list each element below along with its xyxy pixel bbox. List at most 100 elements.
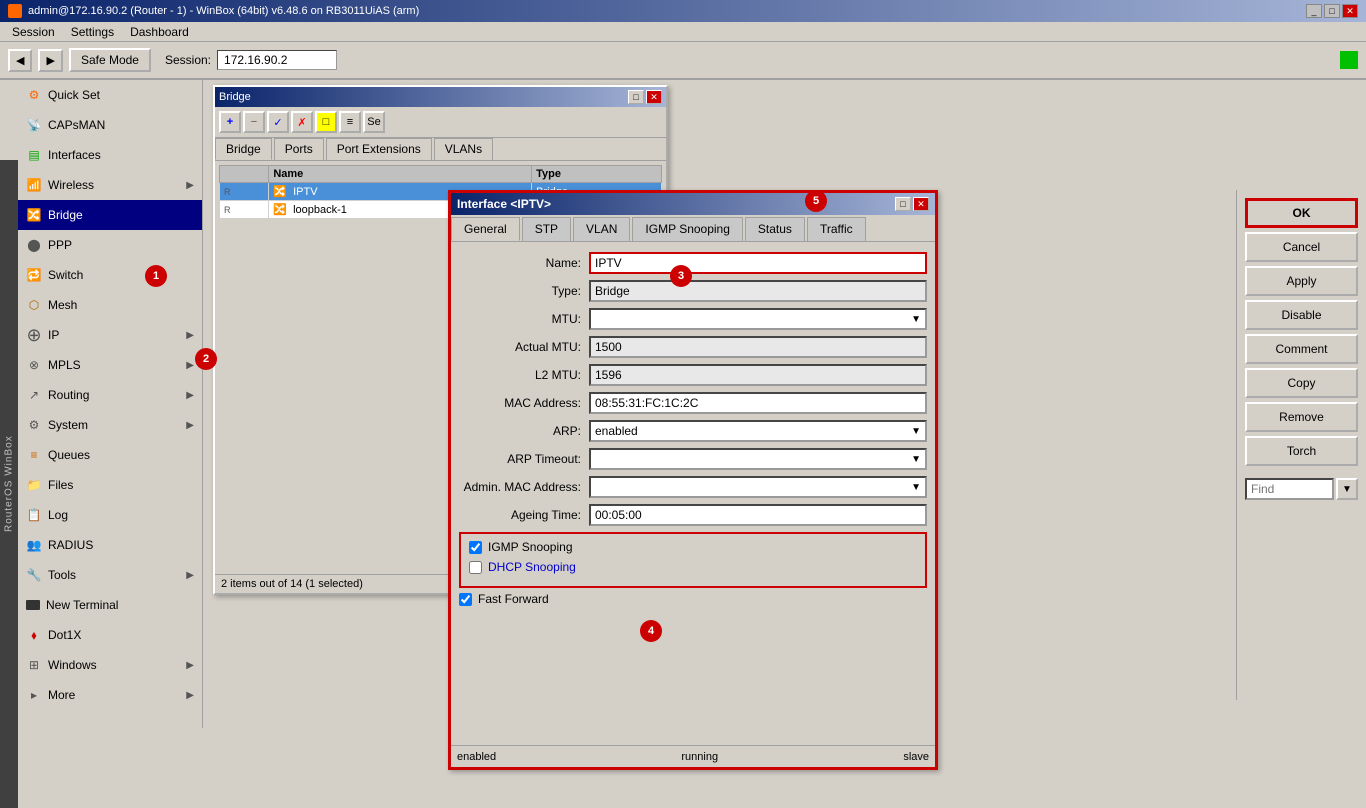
sidebar-label-more: More: [48, 688, 180, 702]
sidebar-item-radius[interactable]: 👥 RADIUS: [18, 530, 202, 560]
sidebar-item-windows[interactable]: ⊞ Windows ▶: [18, 650, 202, 680]
sidebar-item-bridge[interactable]: 🔀 Bridge: [18, 200, 202, 230]
bridge-titlebar: Bridge □ ✕: [215, 87, 666, 107]
bridge-restore-button[interactable]: □: [628, 90, 644, 104]
sidebar-item-interfaces[interactable]: ▤ Interfaces: [18, 140, 202, 170]
sidebar-item-ppp[interactable]: ⬤ PPP: [18, 230, 202, 260]
menu-settings[interactable]: Settings: [63, 23, 122, 41]
dialog-tabs: General STP VLAN IGMP Snooping Status Tr…: [451, 215, 935, 242]
fast-forward-label[interactable]: Fast Forward: [478, 592, 549, 606]
comment-button[interactable]: Comment: [1245, 334, 1358, 364]
bridge-tab-portextensions[interactable]: Port Extensions: [326, 138, 432, 160]
windows-icon: ⊞: [26, 657, 42, 673]
find-input[interactable]: [1245, 478, 1334, 500]
bridge-tab-ports[interactable]: Ports: [274, 138, 324, 160]
bridge-toolbar: + − ✓ ✗ □ ≡ Se: [215, 107, 666, 138]
col-flag: [220, 166, 269, 183]
bridge-remove-button[interactable]: −: [243, 111, 265, 133]
status-running: running: [496, 751, 903, 763]
badge-4: 4: [640, 620, 662, 642]
bridge-filter-button[interactable]: ≡: [339, 111, 361, 133]
dhcp-snooping-checkbox[interactable]: [469, 561, 482, 574]
sidebar-item-tools[interactable]: 🔧 Tools ▶: [18, 560, 202, 590]
bridge-disable-button[interactable]: ✗: [291, 111, 313, 133]
sidebar-item-files[interactable]: 📁 Files: [18, 470, 202, 500]
menu-dashboard[interactable]: Dashboard: [122, 23, 197, 41]
close-button[interactable]: ✕: [1342, 4, 1358, 18]
wireless-arrow: ▶: [186, 180, 194, 191]
copy-button[interactable]: Copy: [1245, 368, 1358, 398]
find-dropdown-button[interactable]: ▼: [1336, 478, 1358, 500]
disable-button[interactable]: Disable: [1245, 300, 1358, 330]
session-input[interactable]: [217, 50, 337, 70]
mpls-icon: ⊗: [26, 357, 42, 373]
torch-button[interactable]: Torch: [1245, 436, 1358, 466]
sidebar-item-newterminal[interactable]: New Terminal: [18, 590, 202, 620]
cancel-button[interactable]: Cancel: [1245, 232, 1358, 262]
bridge-add-button[interactable]: +: [219, 111, 241, 133]
interface-restore-button[interactable]: □: [895, 197, 911, 211]
bridge-close-button[interactable]: ✕: [646, 90, 662, 104]
igmp-snooping-checkbox[interactable]: [469, 541, 482, 554]
sidebar-item-wireless[interactable]: 📶 Wireless ▶: [18, 170, 202, 200]
maximize-button[interactable]: □: [1324, 4, 1340, 18]
sidebar-item-mesh[interactable]: ⬡ Mesh: [18, 290, 202, 320]
sidebar-item-switch[interactable]: 🔁 Switch: [18, 260, 202, 290]
arp-select[interactable]: enabled ▼: [589, 420, 927, 442]
admin-mac-select[interactable]: ▼: [589, 476, 927, 498]
bridge-status-text: 2 items out of 14 (1 selected): [221, 578, 363, 590]
interface-dialog-titlebar: Interface <IPTV> □ ✕: [451, 193, 935, 215]
bridge-tab-bridge[interactable]: Bridge: [215, 138, 272, 160]
bridge-win-btns: □ ✕: [628, 90, 662, 104]
igmp-snooping-label[interactable]: IGMP Snooping: [488, 540, 573, 554]
tab-traffic[interactable]: Traffic: [807, 217, 866, 241]
tab-igmpsnooping[interactable]: IGMP Snooping: [632, 217, 743, 241]
sidebar-item-routing[interactable]: ↗ Routing ▶: [18, 380, 202, 410]
menu-session[interactable]: Session: [4, 23, 63, 41]
sidebar-item-ip[interactable]: ⊕ IP ▶: [18, 320, 202, 350]
menu-bar: Session Settings Dashboard: [0, 22, 1366, 42]
apply-button[interactable]: Apply: [1245, 266, 1358, 296]
sidebar-item-capsman[interactable]: 📡 CAPsMAN: [18, 110, 202, 140]
safe-mode-button[interactable]: Safe Mode: [69, 48, 151, 72]
tab-status[interactable]: Status: [745, 217, 805, 241]
arp-timeout-select[interactable]: ▼: [589, 448, 927, 470]
mtu-select[interactable]: ▼: [589, 308, 927, 330]
sidebar-item-more[interactable]: ▸ More ▶: [18, 680, 202, 710]
sidebar-label-bridge: Bridge: [48, 208, 194, 222]
sidebar-item-log[interactable]: 📋 Log: [18, 500, 202, 530]
ageing-time-input[interactable]: [589, 504, 927, 526]
ip-arrow: ▶: [186, 330, 194, 341]
bridge-search-button[interactable]: Se: [363, 111, 385, 133]
forward-button[interactable]: ▶: [38, 49, 62, 72]
sidebar-item-queues[interactable]: ≡ Queues: [18, 440, 202, 470]
interface-status-bar: enabled running slave: [451, 745, 935, 767]
sidebar-item-quickset[interactable]: ⚙ Quick Set: [18, 80, 202, 110]
badge-2: 2: [195, 348, 217, 370]
dhcp-snooping-label[interactable]: DHCP Snooping: [488, 560, 576, 574]
arp-value: enabled: [595, 424, 638, 438]
interface-close-button[interactable]: ✕: [913, 197, 929, 211]
bridge-comment-button[interactable]: □: [315, 111, 337, 133]
sidebar-item-dot1x[interactable]: ⬧ Dot1X: [18, 620, 202, 650]
back-button[interactable]: ◀: [8, 49, 32, 72]
snooping-group: IGMP Snooping DHCP Snooping: [459, 532, 927, 588]
connection-indicator: [1340, 51, 1358, 69]
queues-icon: ≡: [26, 447, 42, 463]
bridge-enable-button[interactable]: ✓: [267, 111, 289, 133]
fast-forward-checkbox[interactable]: [459, 593, 472, 606]
bridge-tab-vlans[interactable]: VLANs: [434, 138, 493, 160]
sidebar-item-mpls[interactable]: ⊗ MPLS ▶: [18, 350, 202, 380]
ok-button[interactable]: OK: [1245, 198, 1358, 228]
remove-button[interactable]: Remove: [1245, 402, 1358, 432]
minimize-button[interactable]: _: [1306, 4, 1322, 18]
sidebar-item-system[interactable]: ⚙ System ▶: [18, 410, 202, 440]
tab-stp[interactable]: STP: [522, 217, 571, 241]
tab-vlan[interactable]: VLAN: [573, 217, 630, 241]
name-input[interactable]: [589, 252, 927, 274]
mesh-icon: ⬡: [26, 297, 42, 313]
dialog-body: Name: Type: MTU: ▼ Actual MTU:: [451, 242, 935, 622]
mac-input[interactable]: [589, 392, 927, 414]
toolbar: ◀ ▶ Safe Mode Session:: [0, 42, 1366, 80]
tab-general[interactable]: General: [451, 217, 520, 241]
